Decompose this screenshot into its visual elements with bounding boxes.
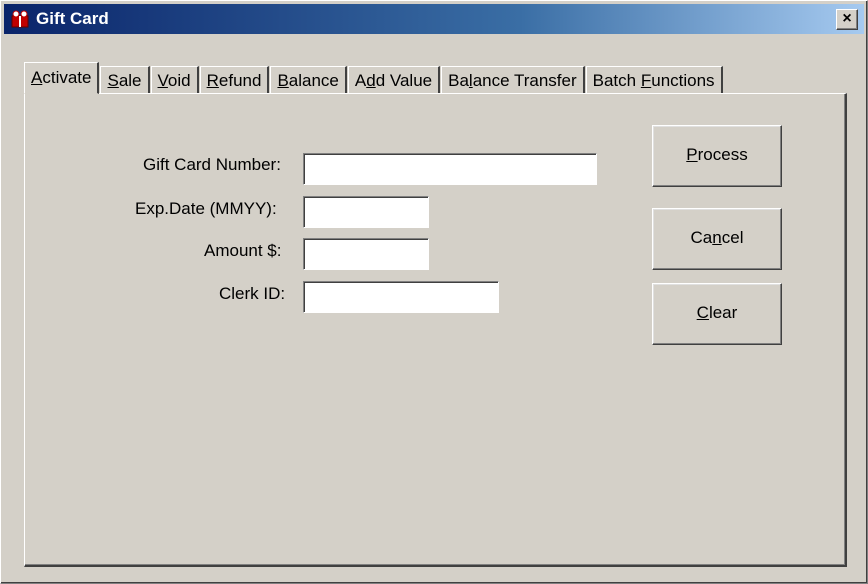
clear-button[interactable]: Clear	[652, 283, 782, 345]
button-label-suffix: cel	[721, 228, 744, 247]
button-label-suffix: lear	[708, 303, 738, 322]
clerk-id-input[interactable]	[303, 281, 499, 313]
tab-label-suffix: ale	[118, 71, 142, 90]
close-button[interactable]: ×	[836, 9, 858, 30]
gift-card-window: Gift Card × Activate Sale Void Refund Ba…	[0, 0, 868, 584]
tab-label-suffix: ctivate	[42, 68, 92, 87]
tab-sale[interactable]: Sale	[100, 66, 150, 94]
tab-label-accesskey: R	[206, 71, 219, 90]
tab-label-accesskey: V	[157, 71, 168, 90]
process-button[interactable]: Process	[652, 125, 782, 187]
tab-label-accesskey: d	[366, 71, 376, 90]
tab-label-suffix: ance Transfer	[472, 71, 577, 90]
tab-void[interactable]: Void	[150, 66, 199, 94]
gift-card-number-input[interactable]	[303, 153, 597, 185]
tab-batch-functions[interactable]: Batch Functions	[585, 66, 723, 94]
gift-card-number-label: Gift Card Number:	[143, 155, 281, 174]
tab-label-accesskey: F	[640, 71, 652, 90]
tab-label-suffix: alance	[288, 71, 339, 90]
exp-date-label: Exp.Date (MMYY):	[135, 199, 277, 218]
tab-label-suffix: oid	[167, 71, 191, 90]
tab-label-prefix: A	[354, 71, 367, 90]
clerk-id-label: Clerk ID:	[219, 284, 286, 303]
tab-balance-transfer[interactable]: Balance Transfer	[441, 66, 585, 94]
tab-activate[interactable]: Activate	[24, 62, 100, 94]
tab-balance[interactable]: Balance	[270, 66, 347, 94]
tab-strip: Activate Sale Void Refund Balance Add Va…	[24, 62, 724, 94]
button-label-prefix: Ca	[690, 228, 713, 247]
tab-label-accesskey: A	[31, 68, 43, 87]
tab-label-prefix: Batch	[592, 71, 641, 90]
tab-label-suffix: unctions	[651, 71, 715, 90]
tab-refund[interactable]: Refund	[199, 66, 270, 94]
button-label-accesskey: P	[686, 145, 698, 164]
amount-input[interactable]	[303, 238, 429, 270]
tab-label-accesskey: S	[107, 71, 119, 90]
button-label-accesskey: n	[712, 228, 722, 247]
button-label-accesskey: C	[696, 303, 709, 322]
exp-date-input[interactable]	[303, 196, 429, 228]
title-bar[interactable]: Gift Card ×	[4, 4, 864, 34]
amount-label: Amount $:	[204, 241, 282, 260]
tab-label-suffix: d Value	[375, 71, 433, 90]
window-title: Gift Card	[36, 9, 109, 28]
gift-card-app-icon	[11, 10, 29, 28]
close-icon: ×	[842, 10, 852, 27]
cancel-button[interactable]: Cancel	[652, 208, 782, 270]
tab-label-prefix: Ba	[448, 71, 469, 90]
tab-label-suffix: efund	[218, 71, 262, 90]
button-label-suffix: rocess	[697, 145, 748, 164]
tab-label-accesskey: B	[277, 71, 289, 90]
tab-add-value[interactable]: Add Value	[347, 66, 441, 94]
